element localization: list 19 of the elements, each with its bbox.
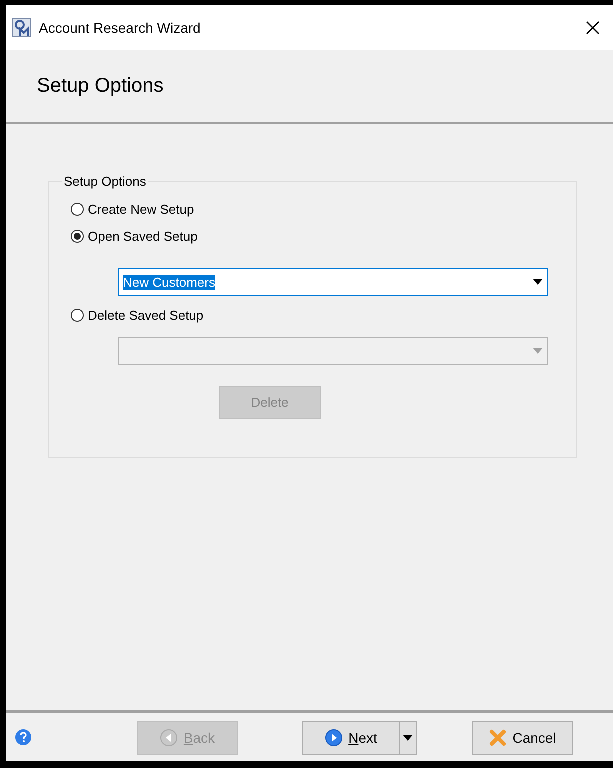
radio-option[interactable]: Delete Saved Setup [71, 308, 204, 323]
radio-button[interactable] [71, 203, 84, 216]
radio-option[interactable]: Open Saved Setup [71, 229, 198, 244]
cross-icon [488, 729, 507, 747]
app-icon [12, 18, 32, 38]
next-button[interactable]: Next [302, 721, 400, 755]
caret-icon [533, 279, 543, 285]
radio-button[interactable] [71, 230, 84, 243]
radio-button[interactable] [71, 309, 84, 322]
dropdown-field[interactable]: New Customers [118, 268, 548, 296]
dropdown-button[interactable] [399, 721, 417, 755]
caret-icon [403, 735, 413, 741]
group-label: Setup Options [63, 174, 148, 189]
window-title: Account Research Wizard [39, 20, 202, 36]
page-heading: Setup Options [37, 74, 164, 98]
caret-icon [533, 348, 543, 354]
radio-option[interactable]: Create New Setup [71, 202, 194, 217]
cancel-button[interactable]: Cancel [472, 721, 573, 755]
help-icon[interactable] [15, 728, 32, 746]
